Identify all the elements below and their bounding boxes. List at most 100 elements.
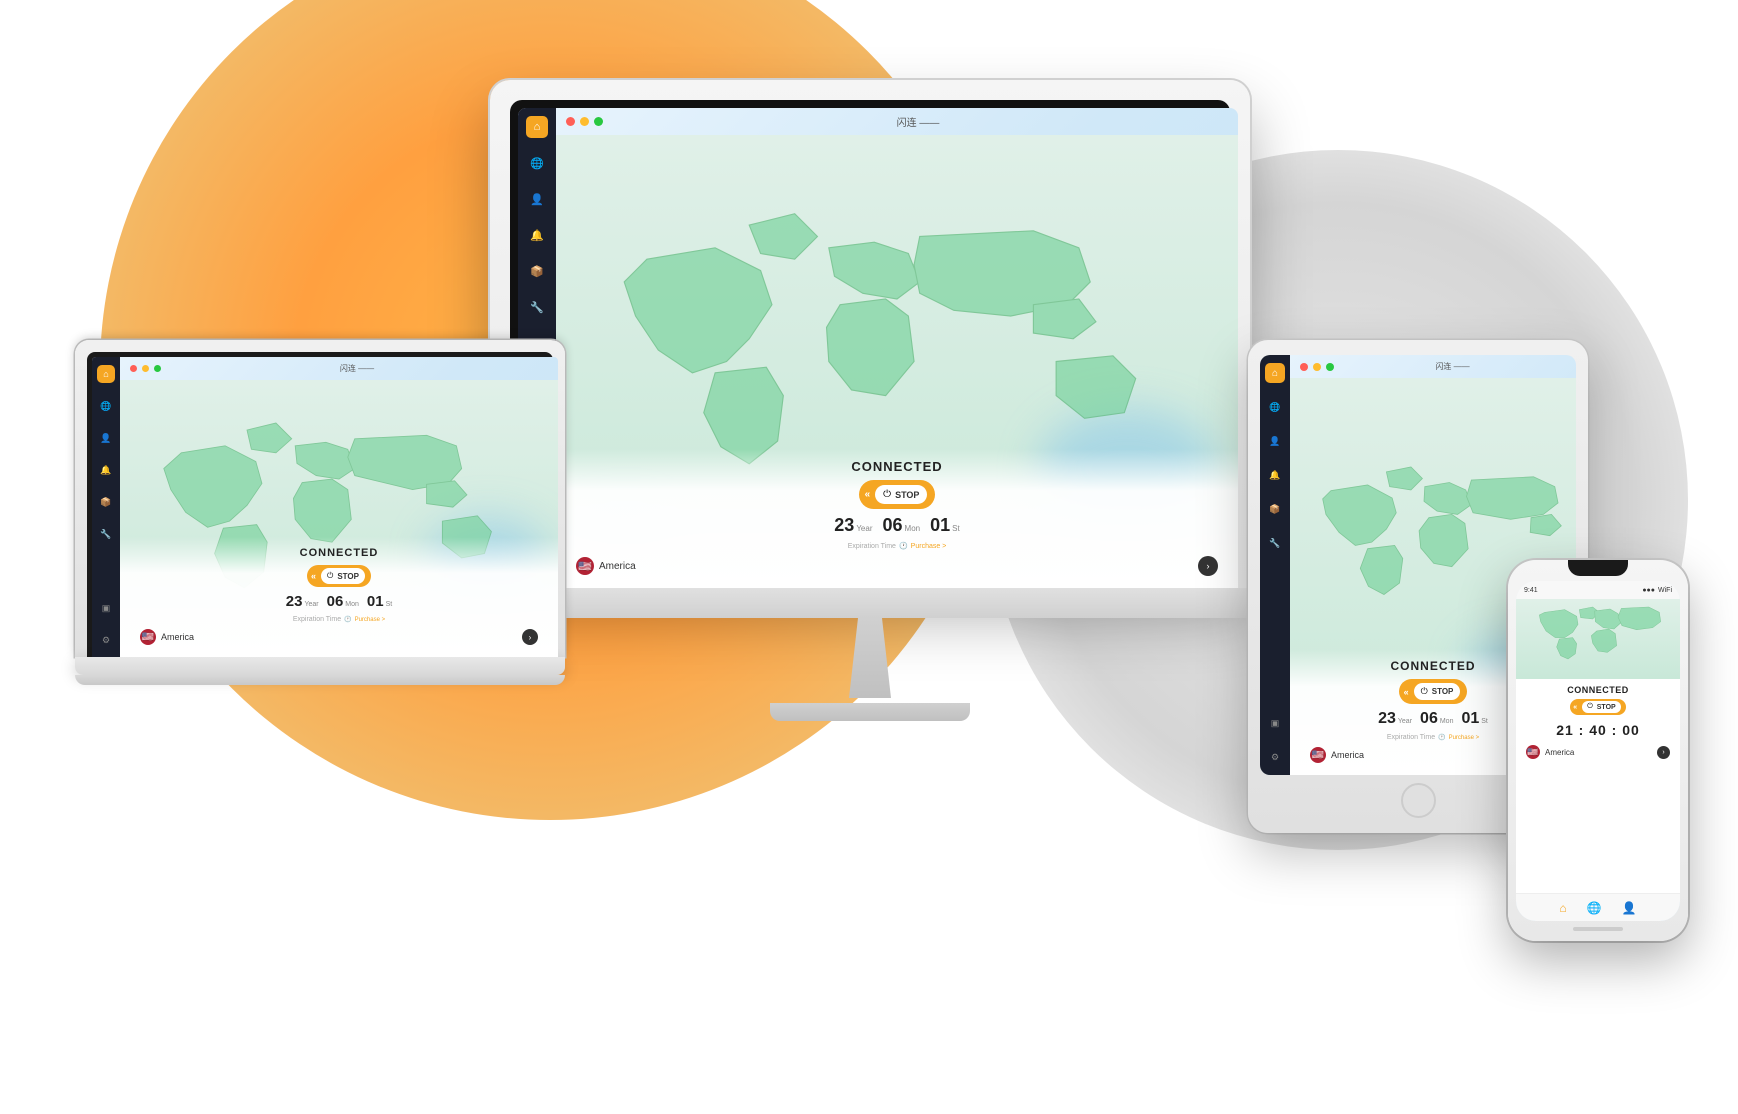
monitor-arrows-icon: « [865, 489, 871, 500]
tablet-close-btn[interactable] [1300, 363, 1308, 371]
laptop-stop-button[interactable]: « ⏻ STOP [307, 565, 371, 587]
monitor-close-btn[interactable] [566, 117, 575, 126]
phone-bottom-home-icon[interactable]: ⌂ [1559, 901, 1566, 915]
tablet-sidebar-user[interactable]: 👤 [1265, 431, 1285, 451]
tablet-location-label: America [1331, 750, 1364, 760]
phone-map-area [1516, 599, 1680, 679]
tablet-year-num: 23 [1378, 710, 1396, 728]
monitor-expiry-row: 23 Year 06 Mon 01 St [834, 515, 959, 536]
sidebar-package-icon[interactable]: 📦 [526, 260, 548, 282]
laptop-container: ⌂ 🌐 👤 🔔 📦 🔧 ▣ ⚙ [75, 340, 565, 685]
phone-stop-button[interactable]: « ⏻ STOP [1570, 699, 1625, 715]
tablet-purchase-link[interactable]: Purchase > [1449, 735, 1480, 741]
tablet-connected-label: CONNECTED [1390, 659, 1475, 673]
sidebar-globe-icon[interactable]: 🌐 [526, 152, 548, 174]
sidebar-home-icon[interactable]: ⌂ [526, 116, 548, 138]
tablet-power-icon: ⏻ [1421, 686, 1428, 697]
phone-status-bar: 9:41 ●●● WiFi [1516, 581, 1680, 599]
tablet-stop-inner: ⏻ STOP [1414, 683, 1461, 700]
phone-stop-inner: ⏻ STOP [1582, 701, 1620, 713]
laptop-sidebar-bell[interactable]: 🔔 [97, 461, 115, 479]
tablet-sidebar-home[interactable]: ⌂ [1265, 363, 1285, 383]
laptop-chevron-btn[interactable]: › [522, 629, 538, 645]
tablet-sidebar-square[interactable]: ▣ [1265, 713, 1285, 733]
tablet-sidebar-bell[interactable]: 🔔 [1265, 465, 1285, 485]
monitor-chevron-btn[interactable]: › [1198, 556, 1218, 576]
sidebar-bell-icon[interactable]: 🔔 [526, 224, 548, 246]
laptop-purchase-link[interactable]: Purchase > [355, 617, 386, 623]
phone-connected-label: CONNECTED [1567, 685, 1629, 695]
laptop-purchase-row: Expiration Time 🕐 Purchase > [293, 616, 385, 623]
monitor-stop-inner: ⏻ STOP [875, 485, 927, 504]
tablet-minimize-btn[interactable] [1313, 363, 1321, 371]
laptop-year-num: 23 [286, 593, 303, 610]
laptop-flag-name: 🇺🇸 America [140, 629, 194, 645]
laptop-purchase-icon: 🕐 [344, 616, 351, 623]
tablet-sidebar-package[interactable]: 📦 [1265, 499, 1285, 519]
laptop-connected-overlay: CONNECTED « ⏻ STOP 23 [120, 537, 558, 657]
laptop-close-btn[interactable] [130, 365, 137, 372]
monitor-stand-base [770, 703, 970, 721]
phone-connected-area: CONNECTED « ⏻ STOP 21 : 40 : 00 🇺🇸 Ameri… [1516, 679, 1680, 893]
phone-container: 9:41 ●●● WiFi [1508, 560, 1688, 941]
sidebar-tool-icon[interactable]: 🔧 [526, 296, 548, 318]
monitor-fullscreen-btn[interactable] [594, 117, 603, 126]
phone-flag-name: 🇺🇸 America [1526, 745, 1574, 759]
phone-home-indicator [1573, 927, 1623, 931]
laptop-screen-wrapper: ⌂ 🌐 👤 🔔 📦 🔧 ▣ ⚙ [75, 340, 565, 657]
monitor-screen-wrapper: ⌂ 🌐 👤 🔔 📦 [490, 80, 1250, 588]
monitor-location-label: America [599, 561, 636, 572]
tablet-day-label: St [1481, 718, 1488, 725]
tablet-month-num: 06 [1420, 710, 1438, 728]
laptop-sidebar-user[interactable]: 👤 [97, 429, 115, 447]
phone-time: 9:41 [1524, 587, 1538, 594]
laptop-expiry-row: 23 Year 06 Mon 01 St [286, 593, 392, 610]
phone-world-map [1516, 599, 1680, 679]
tablet-sidebar-settings[interactable]: ⚙ [1265, 747, 1285, 767]
monitor-screen: ⌂ 🌐 👤 🔔 📦 [518, 108, 1238, 588]
laptop-sidebar-package[interactable]: 📦 [97, 493, 115, 511]
monitor-year-label: Year [856, 524, 872, 533]
tablet-home-btn[interactable] [1401, 783, 1436, 818]
phone-chevron-btn[interactable]: › [1657, 746, 1670, 759]
laptop-sidebar-home[interactable]: ⌂ [97, 365, 115, 383]
phone-bottom-globe-icon[interactable]: 🌐 [1587, 901, 1602, 915]
monitor-stop-button[interactable]: « ⏻ STOP [859, 480, 936, 509]
monitor-purchase-link[interactable]: Purchase > [911, 543, 947, 550]
laptop-stop-inner: ⏻ STOP [321, 568, 365, 584]
monitor-stand-neck [840, 618, 900, 698]
tablet-sidebar: ⌂ 🌐 👤 🔔 📦 🔧 ▣ ⚙ [1260, 355, 1290, 775]
laptop-month-label: Mon [345, 601, 359, 608]
monitor-expiration-label: Expiration Time [848, 543, 896, 550]
laptop-app-title: 闪连 —— [166, 363, 548, 374]
phone-bottom-user-icon[interactable]: 👤 [1622, 901, 1637, 915]
phone-screen: 9:41 ●●● WiFi [1516, 581, 1680, 921]
monitor-connected-label: CONNECTED [851, 459, 942, 474]
laptop-sidebar-globe[interactable]: 🌐 [97, 397, 115, 415]
laptop-minimize-btn[interactable] [142, 365, 149, 372]
tablet-expiry-row: 23 Year 06 Mon 01 St [1378, 710, 1488, 728]
tablet-sidebar-tool[interactable]: 🔧 [1265, 533, 1285, 553]
phone-power-icon: ⏻ [1587, 703, 1593, 711]
laptop-sidebar-settings[interactable]: ⚙ [97, 631, 115, 649]
tablet-stop-button[interactable]: « ⏻ STOP [1399, 679, 1468, 704]
laptop-fullscreen-btn[interactable] [154, 365, 161, 372]
monitor-flag-name: 🇺🇸 America [576, 557, 636, 575]
laptop-sidebar-square[interactable]: ▣ [97, 599, 115, 617]
sidebar-user-icon[interactable]: 👤 [526, 188, 548, 210]
phone-arrows-icon: « [1573, 704, 1577, 711]
monitor-title-bar: 闪连 —— [556, 108, 1238, 135]
monitor-stop-label: STOP [895, 490, 919, 500]
tablet-fullscreen-btn[interactable] [1326, 363, 1334, 371]
monitor-year-num: 23 [834, 515, 854, 536]
laptop-expiration-label: Expiration Time [293, 616, 341, 623]
monitor-purchase-icon: 🕐 [899, 542, 908, 550]
tablet-sidebar-globe[interactable]: 🌐 [1265, 397, 1285, 417]
phone-status-icons: ●●● WiFi [1642, 587, 1672, 594]
tablet-purchase-icon: 🕐 [1438, 734, 1445, 741]
scene: ⌂ 🌐 👤 🔔 📦 [0, 0, 1738, 1114]
laptop-sidebar-tool[interactable]: 🔧 [97, 525, 115, 543]
laptop-location-row: 🇺🇸 America › [135, 629, 543, 645]
monitor-minimize-btn[interactable] [580, 117, 589, 126]
laptop-stop-label: STOP [337, 572, 359, 581]
